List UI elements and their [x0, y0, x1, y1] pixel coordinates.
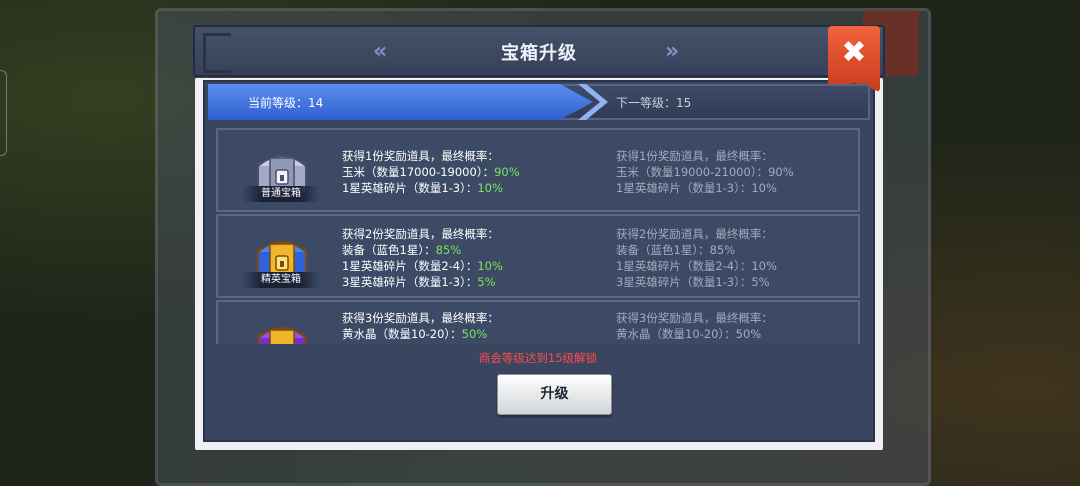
chest-row-common: 普通宝箱 获得1份奖励道具，最终概率： 玉米（数量17000-19000）：90… — [216, 128, 860, 212]
reward-line: 3星英雄碎片（数量1-3）：5% — [342, 275, 496, 289]
reward-heading: 获得2份奖励道具，最终概率： — [616, 227, 773, 241]
reward-line: 黄水晶（数量10-20）：50% — [616, 327, 762, 341]
reward-line: 装备（蓝色1星）：85% — [616, 243, 736, 257]
level-header: 当前等级：14 下一等级：15 — [208, 84, 870, 120]
reward-line: 玉米（数量19000-21000）：90% — [616, 165, 794, 179]
reward-line: 1星英雄碎片（数量1-3）：10% — [616, 181, 777, 195]
reward-heading: 获得1份奖励道具，最终概率： — [616, 149, 773, 163]
chest-name: 普通宝箱 — [242, 186, 320, 202]
reward-heading: 获得3份奖励道具，最终概率： — [342, 311, 499, 325]
reward-line: 3星英雄碎片（数量1-3）：5% — [616, 275, 770, 289]
chest-row-epic: 获得3份奖励道具，最终概率： 黄水晶（数量10-20）：50% 获得3份奖励道具… — [216, 300, 860, 344]
current-rewards: 获得1份奖励道具，最终概率： 玉米（数量17000-19000）：90% 1星英… — [342, 148, 520, 196]
side-handle[interactable] — [0, 70, 7, 156]
next-rewards: 获得3份奖励道具，最终概率： 黄水晶（数量10-20）：50% — [616, 310, 773, 342]
chest-name: 精英宝箱 — [242, 272, 320, 288]
next-rewards: 获得2份奖励道具，最终概率： 装备（蓝色1星）：85% 1星英雄碎片（数量2-4… — [616, 226, 777, 290]
chevron-right-icon: » — [665, 39, 680, 64]
current-rewards: 获得3份奖励道具，最终概率： 黄水晶（数量10-20）：50% — [342, 310, 499, 342]
upgrade-button[interactable]: 升级 — [497, 374, 612, 415]
epic-chest-icon — [257, 327, 307, 344]
next-rewards: 获得1份奖励道具，最终概率： 玉米（数量19000-21000）：90% 1星英… — [616, 148, 794, 196]
chest-row-elite: 精英宝箱 获得2份奖励道具，最终概率： 装备（蓝色1星）：85% 1星英雄碎片（… — [216, 214, 860, 298]
reward-line: 1星英雄碎片（数量1-3）：10% — [342, 181, 503, 195]
title-bar: « 宝箱升级 » — [193, 25, 885, 77]
reward-line: 1星英雄碎片（数量2-4）：10% — [616, 259, 777, 273]
reward-line: 黄水晶（数量10-20）：50% — [342, 327, 488, 341]
reward-line: 装备（蓝色1星）：85% — [342, 243, 462, 257]
close-button[interactable]: ✖ — [828, 26, 880, 92]
chest-list[interactable]: 普通宝箱 获得1份奖励道具，最终概率： 玉米（数量17000-19000）：90… — [216, 128, 860, 344]
current-level-text: 当前等级：14 — [248, 96, 324, 110]
reward-heading: 获得2份奖励道具，最终概率： — [342, 227, 499, 241]
reward-heading: 获得1份奖励道具，最终概率： — [342, 149, 499, 163]
reward-line: 玉米（数量17000-19000）：90% — [342, 165, 520, 179]
next-level-text: 下一等级：15 — [616, 96, 692, 110]
dialog-title: 宝箱升级 — [501, 43, 577, 64]
reward-heading: 获得3份奖励道具，最终概率： — [616, 311, 773, 325]
reward-line: 1星英雄碎片（数量2-4）：10% — [342, 259, 503, 273]
unlock-notice: 商会等级达到15级解锁 — [478, 351, 598, 365]
current-rewards: 获得2份奖励道具，最终概率： 装备（蓝色1星）：85% 1星英雄碎片（数量2-4… — [342, 226, 503, 290]
close-icon: ✖ — [841, 35, 867, 70]
